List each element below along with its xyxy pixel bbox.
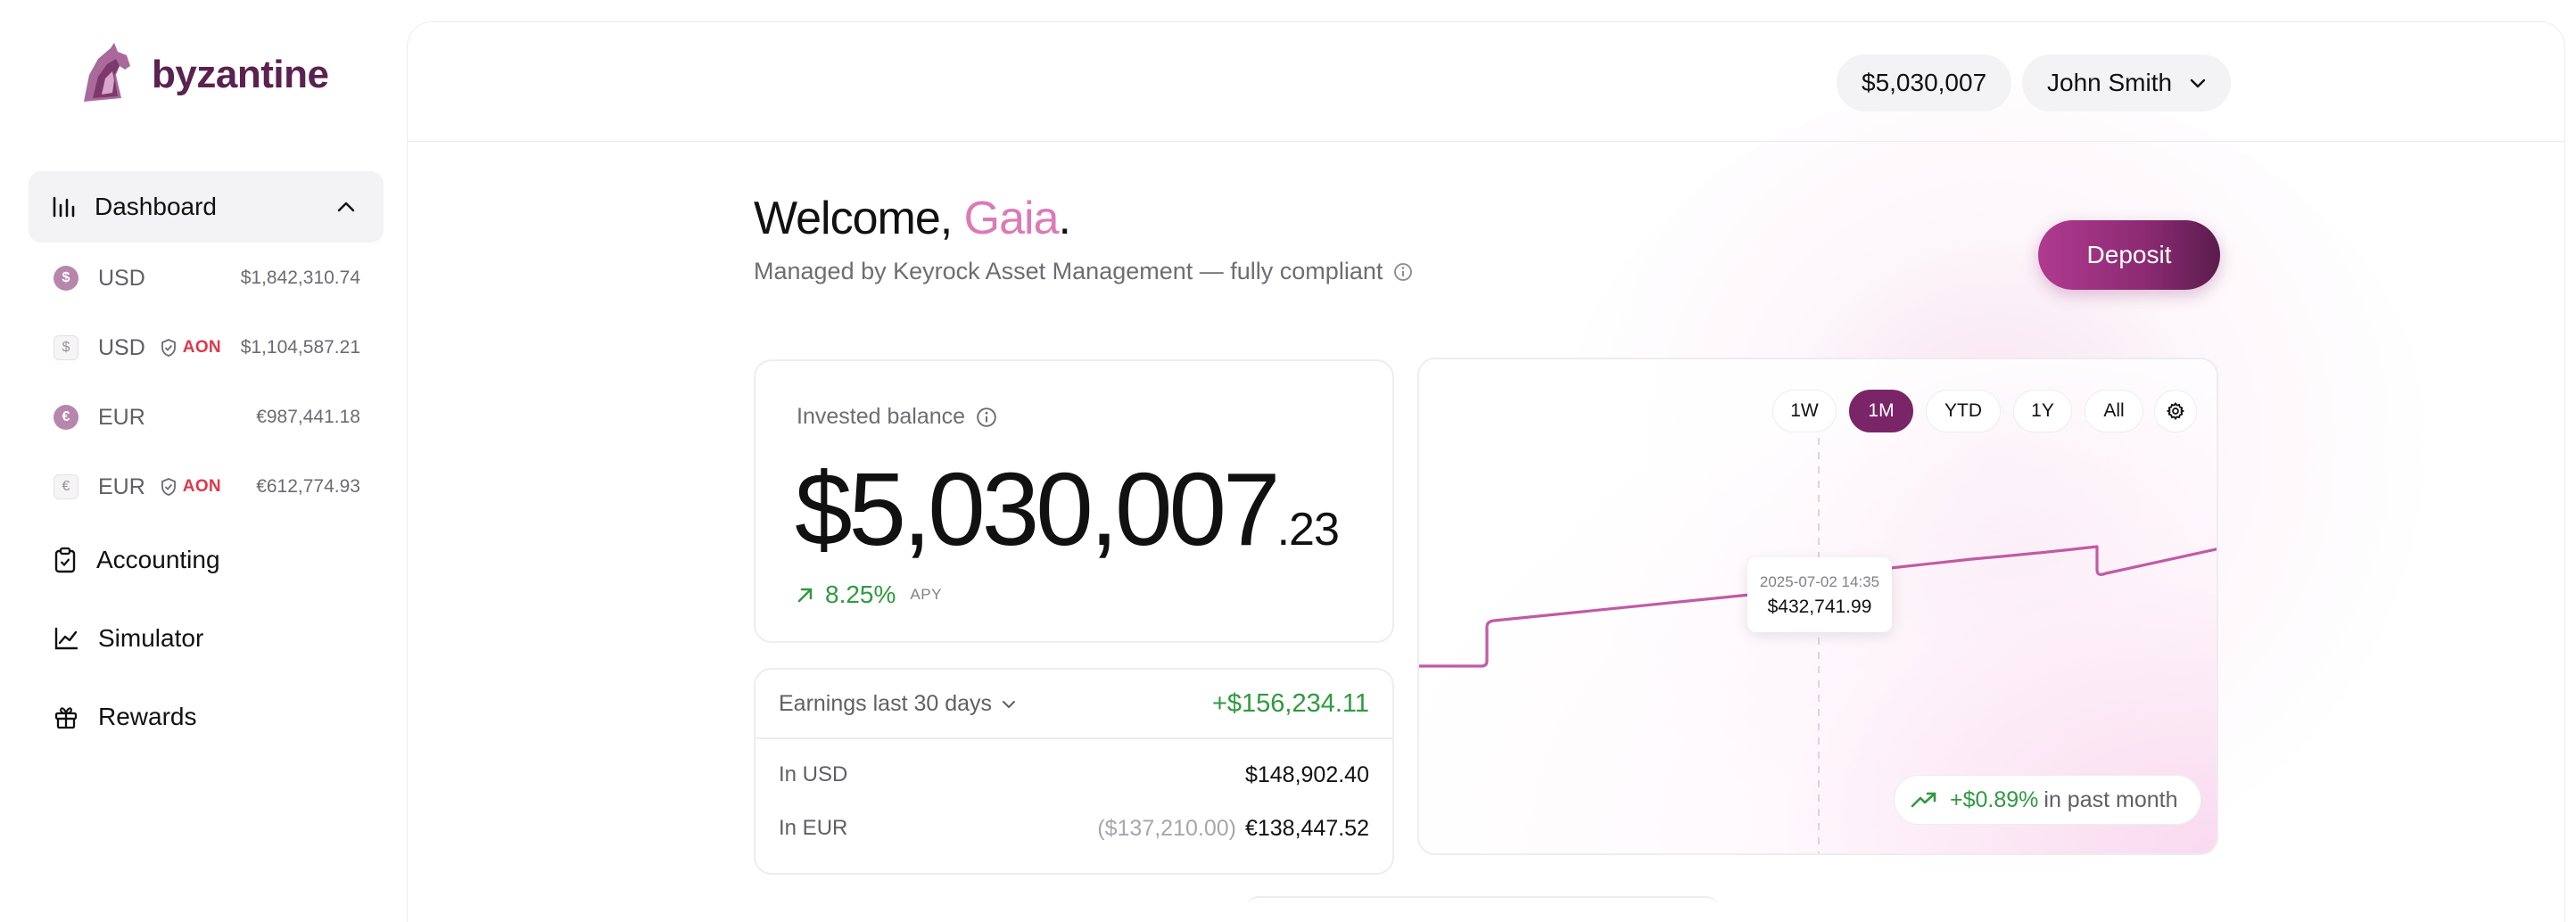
invested-balance-card: Invested balance $5,030,007.23 8.25% APY <box>754 359 1394 643</box>
account-currency: USD <box>98 334 145 360</box>
sidebar-account-eur-aon[interactable]: € EUR AON €612,774.93 <box>54 469 360 505</box>
performance-value: +$0.89% <box>1950 786 2039 812</box>
balance-label-row: Invested balance <box>797 404 997 430</box>
trending-up-icon <box>1911 792 1936 808</box>
bar-chart-icon <box>53 196 75 218</box>
earnings-row-converted: ($137,210.00) <box>1097 816 1236 841</box>
sidebar-account-usd-aon[interactable]: $ USD AON $1,104,587.21 <box>54 330 360 366</box>
sidebar-account-eur[interactable]: € EUR €987,441.18 <box>54 399 360 435</box>
gift-icon <box>54 707 78 729</box>
earnings-card: Earnings last 30 days +$156,234.11 In US… <box>754 668 1394 875</box>
clipboard-icon <box>54 547 76 573</box>
sidebar-item-label: Dashboard <box>95 193 217 220</box>
earnings-total: +$156,234.11 <box>1211 689 1369 718</box>
info-icon[interactable] <box>1393 262 1413 282</box>
euro-coin-icon: € <box>54 405 78 430</box>
chart-tooltip: 2025-07-02 14:35 $432,741.99 <box>1747 557 1892 632</box>
earnings-label: Earnings last 30 days <box>779 691 993 716</box>
account-currency: EUR <box>98 473 145 499</box>
earnings-period-dropdown[interactable]: Earnings last 30 days <box>779 691 1017 717</box>
sidebar-item-dashboard[interactable]: Dashboard <box>29 171 384 243</box>
range-ytd-button[interactable]: YTD <box>1926 390 2001 432</box>
next-section-edge <box>1246 896 1719 922</box>
gear-icon <box>2167 402 2184 420</box>
user-name: John Smith <box>2047 69 2173 96</box>
page-title: Welcome, Gaia. <box>754 192 1071 245</box>
account-amount: $1,842,310.74 <box>240 268 360 288</box>
chevron-up-icon[interactable] <box>335 196 357 218</box>
chevron-down-icon <box>1003 700 1016 708</box>
performance-chart-card: 1W 1M YTD 1Y All 2025-07-02 14:35 $432,7… <box>1417 358 2218 855</box>
account-amount: €612,774.93 <box>256 476 360 497</box>
deposit-button[interactable]: Deposit <box>2038 220 2220 290</box>
apy-tag: APY <box>910 586 942 603</box>
account-currency: USD <box>98 265 145 291</box>
performance-suffix: in past month <box>2043 786 2178 812</box>
partner-badge: AON <box>182 477 221 496</box>
sidebar-item-accounting[interactable]: Accounting <box>54 539 220 581</box>
range-1y-button[interactable]: 1Y <box>2013 390 2072 432</box>
brand-name: byzantine <box>152 53 329 96</box>
line-chart-icon <box>54 627 78 650</box>
partner-badge: AON <box>182 338 221 357</box>
shield-check-icon <box>161 478 176 496</box>
main-panel: $5,030,007 John Smith Welcome, Gaia. Man… <box>407 21 2565 922</box>
horse-head-logo <box>84 43 130 102</box>
sidebar-item-rewards[interactable]: Rewards <box>54 696 196 738</box>
apy-row: 8.25% APY <box>795 580 942 609</box>
brand-logo[interactable]: byzantine <box>71 39 329 111</box>
earnings-header: Earnings last 30 days +$156,234.11 <box>755 670 1392 739</box>
range-1m-button[interactable]: 1M <box>1849 390 1913 432</box>
shield-check-icon <box>161 339 176 357</box>
sidebar-item-simulator[interactable]: Simulator <box>54 617 203 660</box>
dollar-coin-icon: $ <box>54 335 78 360</box>
info-icon[interactable] <box>976 407 997 428</box>
tooltip-date: 2025-07-02 14:35 <box>1759 573 1880 590</box>
arrow-up-right-icon <box>797 588 813 603</box>
earnings-row-value-group: ($137,210.00) €138,447.52 <box>1097 816 1369 842</box>
chart-settings-button[interactable] <box>2154 390 2197 432</box>
account-currency: EUR <box>98 404 145 430</box>
apy-value: 8.25% <box>825 580 896 608</box>
chevron-down-icon <box>2190 78 2206 88</box>
tooltip-value: $432,741.99 <box>1767 597 1872 617</box>
account-amount: €987,441.18 <box>256 407 360 427</box>
performance-badge: +$0.89% in past month <box>1894 775 2202 825</box>
balance-label: Invested balance <box>797 404 966 429</box>
welcome-prefix: Welcome, <box>754 193 964 244</box>
dollar-coin-icon: $ <box>54 266 78 291</box>
earnings-row-value: $148,902.40 <box>1244 762 1369 787</box>
sidebar-item-label: Accounting <box>96 546 220 573</box>
earnings-row-label: In USD <box>779 762 848 786</box>
account-amount: $1,104,587.21 <box>240 337 360 358</box>
top-bar: $5,030,007 John Smith <box>408 22 2564 142</box>
sidebar: byzantine Dashboard $ USD $1,842,310.74 … <box>0 0 405 904</box>
earnings-row-value: €138,447.52 <box>1244 816 1369 841</box>
balance-cents: .23 <box>1276 504 1340 556</box>
welcome-suffix: . <box>1058 193 1071 244</box>
balance-pill-value: $5,030,007 <box>1862 69 1987 96</box>
welcome-name: Gaia <box>963 193 1060 244</box>
euro-coin-icon: € <box>54 474 78 499</box>
user-menu[interactable]: John Smith <box>2022 54 2232 111</box>
sidebar-item-label: Simulator <box>98 624 204 652</box>
range-1w-button[interactable]: 1W <box>1772 390 1837 432</box>
subtitle-text: Managed by Keyrock Asset Management — fu… <box>754 258 1383 284</box>
page-subtitle: Managed by Keyrock Asset Management — fu… <box>754 258 1413 285</box>
earnings-row-label: In EUR <box>779 816 848 840</box>
sidebar-item-label: Rewards <box>98 703 197 730</box>
balance-amount: $5,030,007.23 <box>795 457 1340 561</box>
range-all-button[interactable]: All <box>2085 390 2143 432</box>
sidebar-account-usd[interactable]: $ USD $1,842,310.74 <box>54 260 360 296</box>
balance-pill[interactable]: $5,030,007 <box>1837 54 2012 111</box>
balance-whole: $5,030,007 <box>795 451 1281 567</box>
